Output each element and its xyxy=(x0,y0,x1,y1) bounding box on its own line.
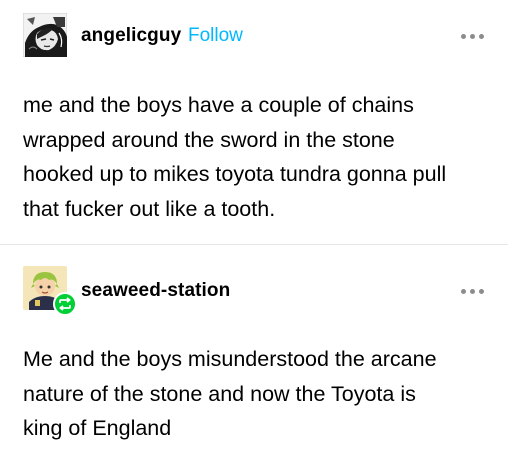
avatar[interactable] xyxy=(23,13,67,57)
username[interactable]: seaweed-station xyxy=(81,280,230,302)
more-options-icon[interactable] xyxy=(461,287,485,295)
more-options-icon[interactable] xyxy=(461,32,485,40)
avatar[interactable] xyxy=(23,266,77,316)
post-original: angelicguy Follow me and the boys have a… xyxy=(0,0,508,244)
post-body-text: me and the boys have a couple of chains … xyxy=(23,93,447,221)
post-body-text: Me and the boys misunderstood the arcane… xyxy=(23,347,437,440)
post-reblog: seaweed-station Me and the boys misunder… xyxy=(0,245,508,453)
username[interactable]: angelicguy xyxy=(81,25,181,47)
manga-portrait-avatar-icon xyxy=(23,13,67,57)
reblog-icon xyxy=(53,292,77,316)
follow-button[interactable]: Follow xyxy=(188,25,243,47)
